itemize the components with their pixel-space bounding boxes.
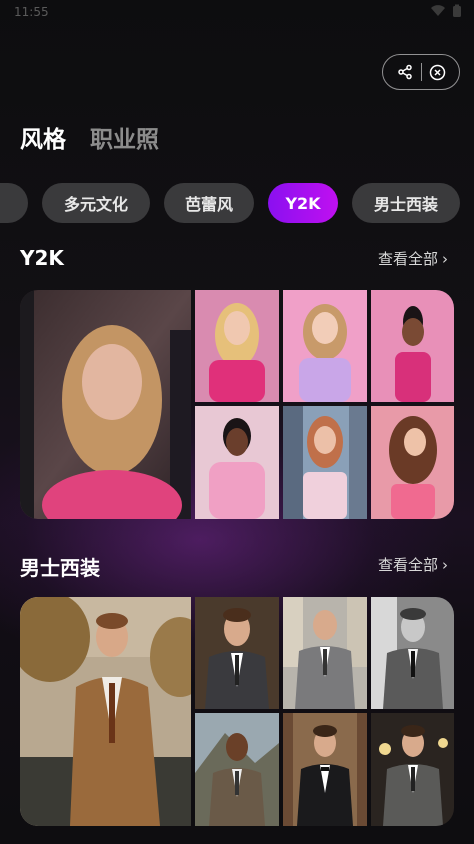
portrait-image	[371, 713, 454, 826]
thumb-photo[interactable]	[371, 597, 454, 709]
chip-partial[interactable]	[0, 183, 28, 223]
portrait-image	[20, 597, 191, 826]
close-circle-icon	[429, 64, 446, 80]
chip-ballet[interactable]: 芭蕾风	[164, 183, 254, 223]
status-time: 11:55	[14, 5, 49, 19]
tab-professional-photo[interactable]: 职业照	[90, 120, 159, 154]
tab-style[interactable]: 风格	[20, 120, 66, 154]
status-bar: 11:55	[0, 0, 474, 26]
chip-mens-suit[interactable]: 男士西装	[352, 183, 460, 223]
portrait-image	[195, 406, 279, 519]
header-actions	[382, 54, 460, 90]
battery-icon	[453, 4, 461, 17]
portrait-image	[283, 597, 367, 709]
thumb-photo[interactable]	[195, 406, 279, 519]
portrait-image	[195, 290, 279, 402]
thumb-photo[interactable]	[283, 713, 367, 826]
portrait-image	[283, 290, 367, 402]
chevron-right-icon: ›	[442, 249, 448, 268]
portrait-image	[283, 713, 367, 826]
category-chips: 多元文化 芭蕾风 Y2K 男士西装	[0, 183, 474, 223]
status-icons	[430, 4, 462, 18]
section-title-mens-suit: 男士西装	[20, 556, 100, 580]
see-all-label: 查看全部	[377, 250, 438, 268]
thumb-photo[interactable]	[283, 290, 367, 402]
gallery-mens-suit	[20, 597, 454, 826]
actions-divider	[420, 63, 422, 81]
thumb-photo[interactable]	[195, 713, 279, 826]
top-tabs: 风格 职业照	[20, 120, 159, 154]
chip-multicultural[interactable]: 多元文化	[42, 183, 150, 223]
portrait-image	[283, 406, 367, 519]
portrait-image	[371, 406, 454, 519]
thumb-photo[interactable]	[195, 290, 279, 402]
portrait-image	[371, 597, 454, 709]
hero-photo[interactable]	[20, 290, 191, 519]
portrait-image	[20, 290, 191, 519]
thumb-photo[interactable]	[371, 290, 454, 402]
see-all-label: 查看全部	[377, 556, 438, 574]
thumb-photo[interactable]	[195, 597, 279, 709]
section-title-y2k: Y2K	[20, 246, 64, 270]
wifi-icon	[431, 5, 445, 17]
chevron-right-icon: ›	[442, 555, 448, 574]
thumb-photo[interactable]	[371, 713, 454, 826]
portrait-image	[371, 290, 454, 402]
share-icon	[397, 64, 412, 80]
chip-y2k[interactable]: Y2K	[268, 183, 338, 223]
share-button[interactable]	[394, 61, 416, 83]
portrait-image	[195, 597, 279, 709]
hero-photo[interactable]	[20, 597, 191, 826]
thumb-photo[interactable]	[283, 406, 367, 519]
thumb-photo[interactable]	[283, 597, 367, 709]
gallery-y2k	[20, 290, 454, 519]
see-all-mens-suit[interactable]: 查看全部 ›	[378, 554, 448, 575]
close-button[interactable]	[427, 61, 449, 83]
portrait-image	[195, 713, 279, 826]
thumb-photo[interactable]	[371, 406, 454, 519]
see-all-y2k[interactable]: 查看全部 ›	[378, 248, 448, 269]
